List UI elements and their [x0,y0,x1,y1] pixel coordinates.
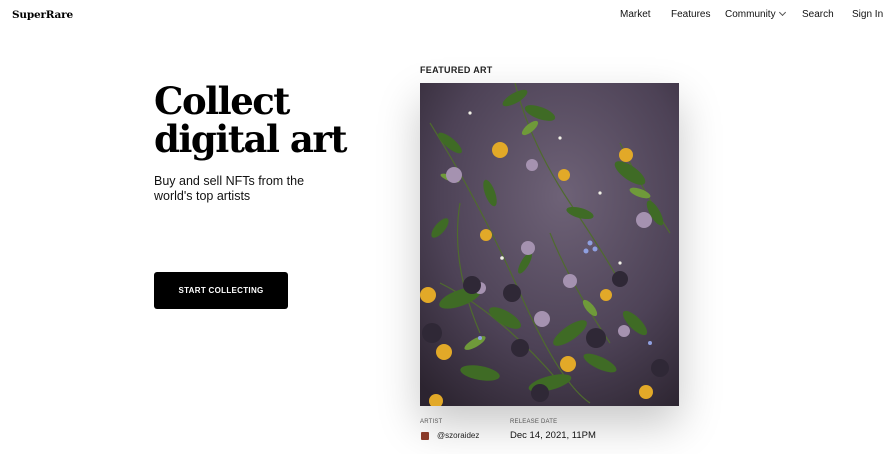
featured-art-label: FEATURED ART [420,65,493,75]
superrare-logo[interactable]: SuperRare [12,9,73,21]
hero-subtitle: Buy and sell NFTs from the world's top a… [154,174,305,203]
artist-avatar [421,431,429,440]
artwork-illustration [420,83,679,406]
artist-link[interactable]: @szoraidez [421,431,479,440]
nav-sign-in-link[interactable]: Sign In [852,9,883,20]
nav-community-dropdown[interactable]: Community [725,8,786,20]
nav-community-label: Community [725,9,776,20]
release-date-value: Dec 14, 2021, 11PM [510,430,596,441]
release-date-label: RELEASE DATE [510,419,558,425]
artist-name: @szoraidez [437,431,480,440]
hero-title-line-1: Collect [154,79,290,123]
top-nav: SuperRare Market Features Community Sear… [0,0,895,30]
nav-features-link[interactable]: Features [671,9,710,20]
hero-title: Collect digital art [154,82,354,158]
nav-search-link[interactable]: Search [802,9,834,20]
hero-title-line-2: digital art [154,117,347,161]
chevron-down-icon [778,8,786,17]
start-collecting-button[interactable]: START COLLECTING [154,272,288,309]
nav-market-link[interactable]: Market [620,9,651,20]
artist-label: ARTIST [420,419,443,425]
featured-artwork-image[interactable] [420,83,679,406]
